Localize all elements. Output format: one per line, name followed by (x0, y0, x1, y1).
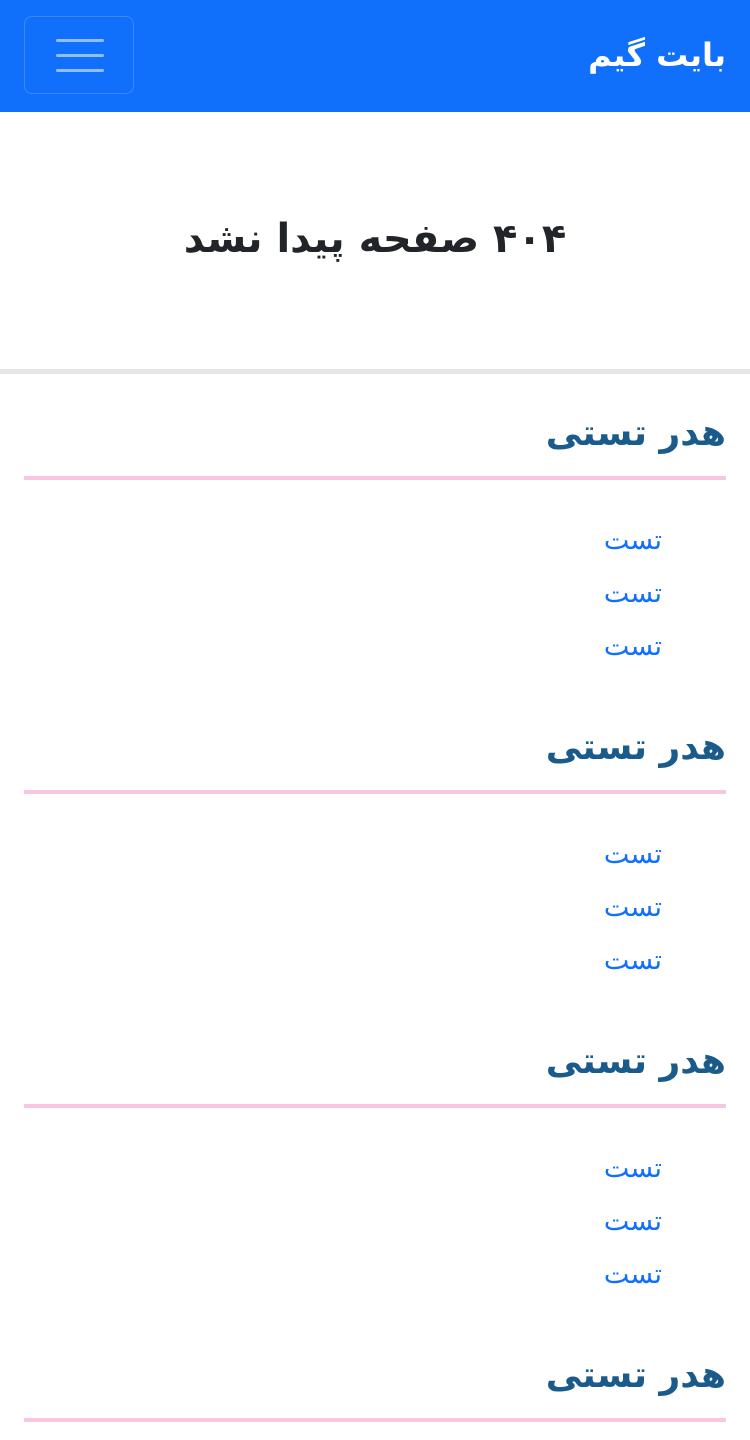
navbar-brand[interactable]: بایت گیم (588, 30, 726, 80)
list-item: تست (462, 828, 662, 881)
footer-link[interactable]: تست (604, 945, 662, 976)
section-divider (24, 1418, 726, 1422)
footer-section: هدر تستی تست تست تست (0, 394, 750, 704)
list-item: تست (462, 1248, 662, 1301)
footer-link[interactable]: تست (604, 1153, 662, 1184)
footer-section: هدر تستی تست تست تست (0, 708, 750, 1018)
section-divider (24, 1104, 726, 1108)
footer-link[interactable]: تست (604, 578, 662, 609)
section-header: هدر تستی (545, 1041, 726, 1082)
footer-link[interactable]: تست (604, 892, 662, 923)
list-item: تست (462, 567, 662, 620)
hero-divider (0, 369, 750, 374)
section-divider (24, 476, 726, 480)
list-item: تست (462, 1195, 662, 1248)
footer-link[interactable]: تست (604, 525, 662, 556)
section-header: هدر تستی (545, 1355, 726, 1396)
list-item: تست (462, 934, 662, 987)
section-links: تست تست تست (462, 514, 662, 673)
list-item: تست (462, 881, 662, 934)
page-title: ۴۰۴ صفحه پیدا نشد (183, 216, 567, 262)
footer-link[interactable]: تست (604, 1259, 662, 1290)
list-item: تست (462, 1142, 662, 1195)
section-links: تست تست تست (462, 1142, 662, 1301)
footer-link[interactable]: تست (604, 839, 662, 870)
section-links: تست تست تست (462, 828, 662, 987)
list-item: تست (462, 514, 662, 567)
list-item: تست (462, 620, 662, 673)
footer-link[interactable]: تست (604, 1206, 662, 1237)
section-header: هدر تستی (545, 413, 726, 454)
top-navbar: بایت گیم (0, 0, 750, 112)
footer-section: هدر تستی (0, 1336, 750, 1440)
footer-section: هدر تستی تست تست تست (0, 1022, 750, 1332)
footer-link[interactable]: تست (604, 631, 662, 662)
section-header: هدر تستی (545, 727, 726, 768)
section-divider (24, 790, 726, 794)
menu-toggle-button[interactable] (24, 16, 134, 94)
